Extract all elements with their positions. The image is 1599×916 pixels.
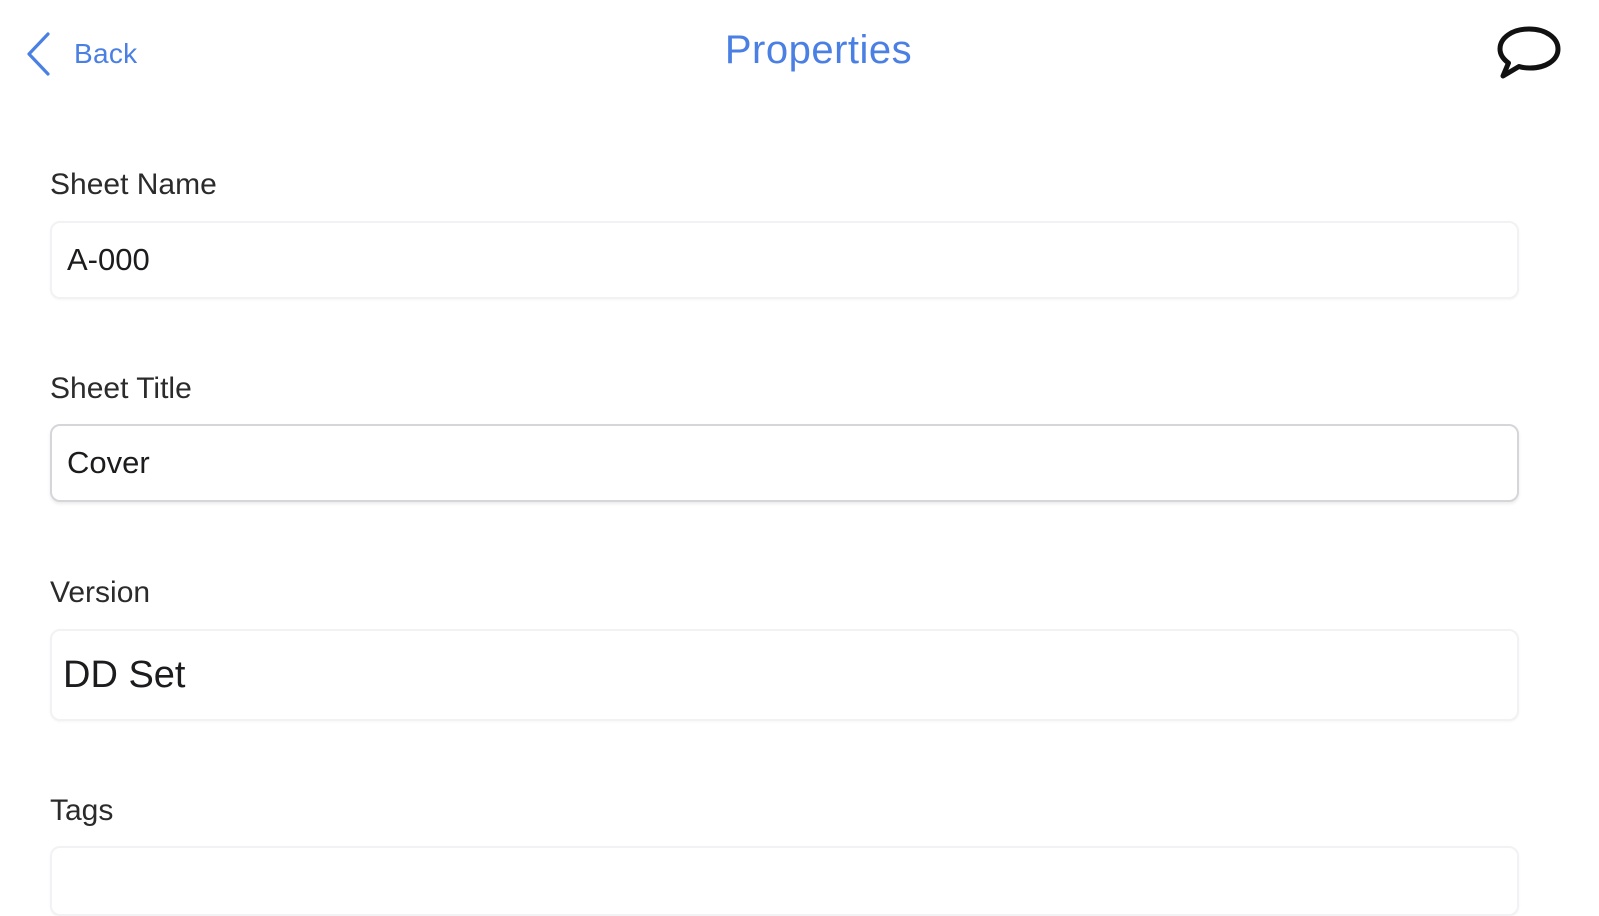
back-label: Back	[74, 38, 138, 69]
speech-bubble-icon	[1497, 26, 1561, 79]
navigation-bar: Back Properties	[0, 0, 1599, 110]
sheet-title-field[interactable]: Cover	[50, 424, 1519, 502]
page-title: Properties	[724, 28, 913, 72]
sheet-name-label: Sheet Name	[50, 168, 217, 201]
version-field[interactable]: DD Set	[50, 629, 1519, 721]
version-label: Version	[50, 576, 151, 609]
sheet-name-field[interactable]: A-000	[50, 221, 1519, 299]
sheet-name-value: A-000	[67, 242, 150, 277]
sheet-title-value: Cover	[67, 445, 150, 480]
version-value: DD Set	[63, 653, 186, 696]
sheet-title-label: Sheet Title	[50, 372, 192, 405]
tags-field[interactable]	[50, 846, 1519, 916]
back-button[interactable]: Back	[24, 30, 137, 78]
comment-button[interactable]	[1496, 24, 1566, 84]
chevron-left-icon	[27, 32, 50, 76]
tags-label: Tags	[50, 794, 114, 827]
